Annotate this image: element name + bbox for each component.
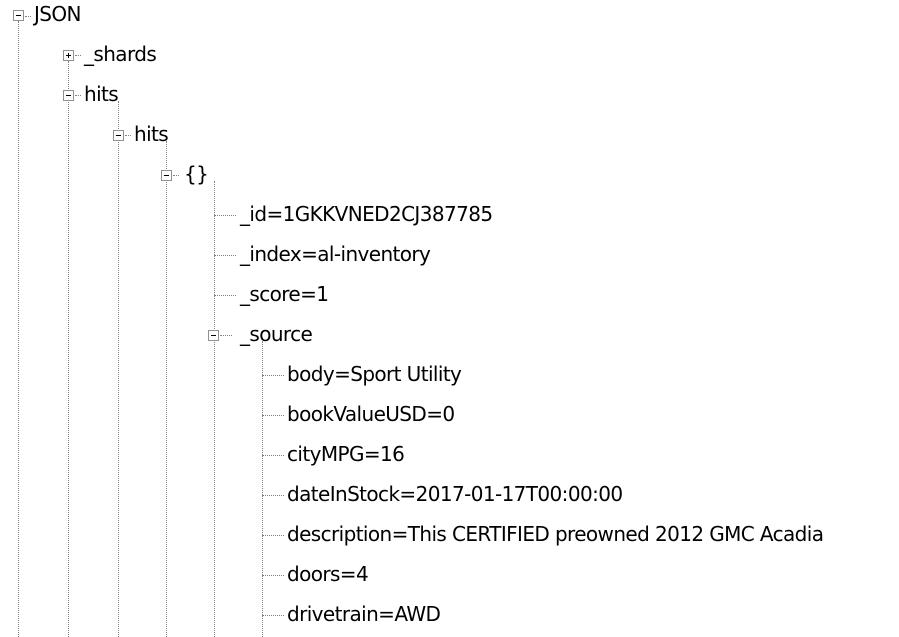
tree-node-object[interactable]: {} <box>0 154 300 194</box>
tree-leaf-doors[interactable]: doors=4 <box>0 554 899 594</box>
tree-node-label: bookValueUSD=0 <box>287 402 455 426</box>
tree-connector <box>214 255 236 256</box>
tree-leaf-index[interactable]: _index=al-inventory <box>0 234 600 274</box>
tree-leaf-citympg[interactable]: cityMPG=16 <box>0 434 899 474</box>
tree-node-label: doors=4 <box>287 562 369 586</box>
tree-connector <box>262 575 284 576</box>
tree-connector <box>75 55 81 56</box>
tree-connector <box>262 375 284 376</box>
tree-node-hits-inner[interactable]: hits <box>0 114 300 154</box>
tree-leaf-score[interactable]: _score=1 <box>0 274 600 314</box>
tree-connector <box>173 175 179 176</box>
json-tree-view[interactable]: JSON _shards hits hits {} _id=1GKKVNED2C… <box>0 0 899 637</box>
tree-connector <box>214 215 236 216</box>
tree-connector <box>262 615 284 616</box>
tree-node-label: description=This CERTIFIED preowned 2012… <box>287 522 824 546</box>
tree-node-shards[interactable]: _shards <box>0 34 260 74</box>
tree-connector <box>262 415 284 416</box>
tree-connector <box>262 495 284 496</box>
tree-node-label: hits <box>134 122 169 146</box>
tree-leaf-description[interactable]: description=This CERTIFIED preowned 2012… <box>0 514 899 554</box>
tree-node-label: _index=al-inventory <box>240 242 431 266</box>
tree-node-source[interactable]: _source <box>0 314 600 354</box>
minus-box-icon[interactable] <box>161 170 172 181</box>
minus-box-icon[interactable] <box>63 90 74 101</box>
tree-node-label: _shards <box>84 42 157 66</box>
tree-node-label: _source <box>240 322 313 346</box>
minus-box-icon[interactable] <box>13 10 24 21</box>
tree-node-label: hits <box>84 82 119 106</box>
tree-connector <box>220 335 232 336</box>
tree-connector <box>262 535 284 536</box>
tree-node-label: {} <box>184 162 209 186</box>
tree-connector <box>262 455 284 456</box>
tree-node-label: _score=1 <box>240 282 329 306</box>
tree-leaf-drivetrain[interactable]: drivetrain=AWD <box>0 594 899 634</box>
tree-node-label: JSON <box>34 2 82 26</box>
tree-connector <box>75 95 81 96</box>
tree-node-label: cityMPG=16 <box>287 442 405 466</box>
tree-node-label: _id=1GKKVNED2CJ387785 <box>240 202 493 226</box>
tree-connector <box>25 16 31 17</box>
minus-box-icon[interactable] <box>208 330 219 341</box>
tree-connector <box>125 135 131 136</box>
tree-node-label: drivetrain=AWD <box>287 602 441 626</box>
tree-leaf-id[interactable]: _id=1GKKVNED2CJ387785 <box>0 194 600 234</box>
tree-connector <box>214 295 236 296</box>
tree-node-hits[interactable]: hits <box>0 74 260 114</box>
tree-leaf-bookvalue[interactable]: bookValueUSD=0 <box>0 394 899 434</box>
tree-node-label: dateInStock=2017-01-17T00:00:00 <box>287 482 623 506</box>
minus-box-icon[interactable] <box>113 130 124 141</box>
tree-leaf-body[interactable]: body=Sport Utility <box>0 354 899 394</box>
tree-node-label: body=Sport Utility <box>287 362 462 386</box>
plus-box-icon[interactable] <box>63 50 74 61</box>
tree-leaf-dateinstock[interactable]: dateInStock=2017-01-17T00:00:00 <box>0 474 899 514</box>
